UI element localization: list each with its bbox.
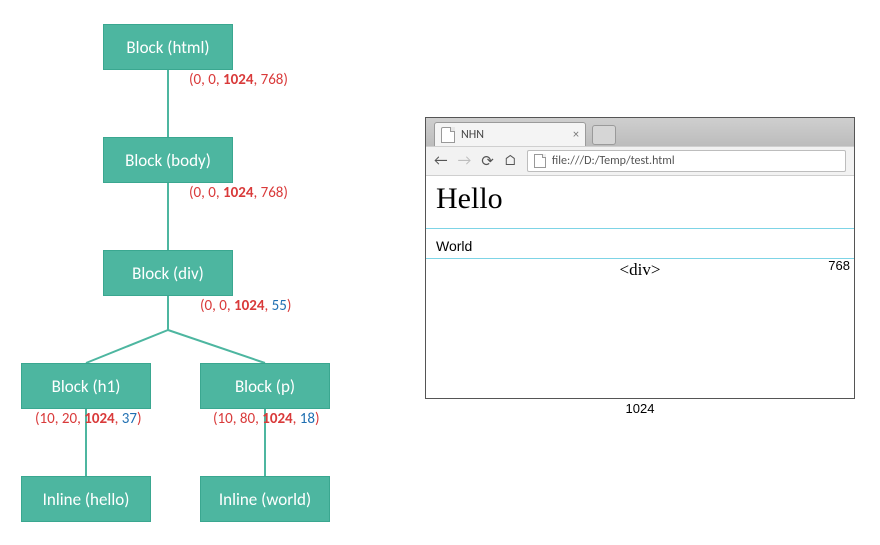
home-icon[interactable]: ⌂	[504, 152, 517, 170]
highlight-line	[426, 258, 854, 259]
node-inline-hello: Inline (hello)	[21, 476, 151, 522]
close-icon[interactable]: ×	[573, 128, 579, 142]
node-label: Block (h1)	[52, 376, 121, 397]
node-block-p: Block (p)	[200, 363, 330, 409]
coords-html: (0, 0, 1024, 768)	[189, 71, 288, 89]
address-bar[interactable]: file:///D:/Temp/test.html	[527, 150, 846, 172]
highlight-line	[426, 228, 854, 229]
node-label: Block (p)	[235, 376, 295, 397]
coords-h1: (10, 20, 1024, 37)	[35, 410, 142, 428]
browser-toolbar: ← → ⟳ ⌂ file:///D:/Temp/test.html	[426, 146, 854, 176]
page-h1: Hello	[436, 182, 503, 216]
new-tab-button[interactable]	[592, 125, 616, 145]
node-block-h1: Block (h1)	[21, 363, 151, 409]
coords-div: (0, 0, 1024, 55)	[200, 297, 291, 315]
browser-tabbar: NHN ×	[426, 118, 854, 146]
forward-icon[interactable]: →	[458, 152, 472, 170]
node-label: Inline (hello)	[43, 489, 130, 510]
dim-width: 1024	[425, 401, 855, 416]
node-label: Block (html)	[126, 37, 209, 58]
node-block-html: Block (html)	[103, 24, 233, 70]
node-label: Block (div)	[132, 263, 204, 284]
coords-body: (0, 0, 1024, 768)	[189, 184, 288, 202]
node-label: Block (body)	[125, 150, 211, 171]
node-inline-world: Inline (world)	[200, 476, 330, 522]
diagram-stage: Block (html) (0, 0, 1024, 768) Block (bo…	[0, 0, 880, 545]
browser-window: NHN × ← → ⟳ ⌂ file:///D:/Temp/test.html …	[425, 117, 855, 399]
browser-tab[interactable]: NHN ×	[434, 122, 586, 146]
node-block-div: Block (div)	[103, 250, 233, 296]
page-p: World	[436, 238, 472, 254]
tab-title: NHN	[461, 128, 484, 142]
url-text: file:///D:/Temp/test.html	[552, 154, 675, 168]
back-icon[interactable]: ←	[434, 152, 448, 170]
page-icon	[534, 154, 546, 168]
reload-icon[interactable]: ⟳	[481, 152, 494, 171]
coords-p: (10, 80, 1024, 18)	[213, 410, 320, 428]
node-block-body: Block (body)	[103, 137, 233, 183]
div-label: <div>	[426, 260, 854, 280]
dim-height: 768	[828, 258, 850, 273]
browser-viewport: Hello World <div> 768	[426, 176, 854, 398]
file-icon	[441, 127, 455, 143]
node-label: Inline (world)	[219, 489, 311, 510]
